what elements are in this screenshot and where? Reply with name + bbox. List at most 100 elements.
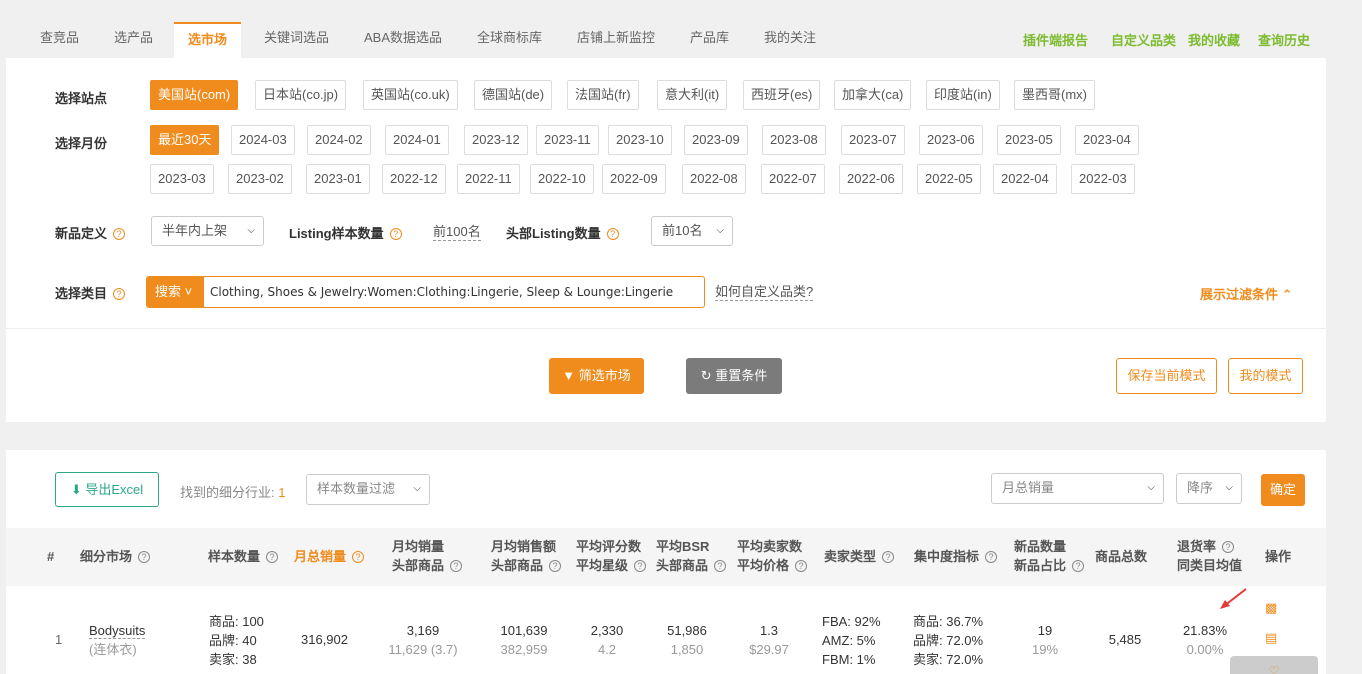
site-uk[interactable]: 英国站(co.uk)	[363, 80, 458, 110]
search-type-button[interactable]: 搜索 ˅	[147, 277, 204, 307]
month-chip[interactable]: 2023-05	[997, 125, 1061, 155]
newdef-select[interactable]: 半年内上架 ⌵	[151, 216, 264, 246]
th-rating[interactable]: 平均评分数 平均星级?	[576, 537, 647, 575]
th-sellers[interactable]: 平均卖家数 平均价格?	[737, 537, 808, 575]
sort-order-select[interactable]: 降序 ⌵	[1176, 473, 1242, 504]
month-chip[interactable]: 2023-04	[1075, 125, 1139, 155]
month-chip[interactable]: 2023-12	[464, 125, 528, 155]
row-seller-type: FBA: 92% AMZ: 5% FBM: 1%	[822, 614, 881, 667]
favorite-float-button[interactable]: ♡	[1230, 656, 1318, 674]
sort-field-select[interactable]: 月总销量 ⌵	[991, 473, 1164, 504]
site-us[interactable]: 美国站(com)	[150, 80, 239, 110]
chart-icon[interactable]: ▩	[1265, 600, 1277, 616]
help-icon: ?	[606, 228, 619, 240]
site-es[interactable]: 西班牙(es)	[743, 80, 821, 110]
chevron-up-icon: ⌃	[1281, 287, 1293, 302]
month-chip[interactable]: 最近30天	[150, 125, 220, 155]
month-chip[interactable]: 2022-08	[682, 164, 746, 194]
my-mode-button[interactable]: 我的模式	[1228, 358, 1303, 394]
th-concentration[interactable]: 集中度指标?	[914, 547, 998, 566]
th-total-sales[interactable]: 月总销量?	[294, 547, 365, 566]
month-chip[interactable]: 2022-05	[917, 164, 981, 194]
row-sellers: 1.3 $29.97	[749, 623, 789, 657]
month-chip[interactable]: 2023-03	[150, 164, 214, 194]
chevron-down-icon: ⌵	[1147, 482, 1155, 493]
favorites-link[interactable]: 我的收藏	[1188, 30, 1240, 49]
month-chip[interactable]: 2024-01	[385, 125, 449, 155]
document-icon[interactable]: ▤	[1265, 630, 1277, 646]
month-chip[interactable]: 2022-12	[382, 164, 446, 194]
category-label: 选择类目?	[55, 283, 126, 302]
plugin-report-link[interactable]: 插件端报告	[1023, 30, 1088, 49]
th-seller-type[interactable]: 卖家类型?	[824, 547, 895, 566]
th-return-rate[interactable]: 退货率? 同类目均值	[1177, 537, 1242, 575]
site-ca[interactable]: 加拿大(ca)	[834, 80, 912, 110]
site-it[interactable]: 意大利(it)	[657, 80, 728, 110]
month-chip[interactable]: 2022-04	[993, 164, 1057, 194]
month-chip[interactable]: 2023-02	[228, 164, 292, 194]
month-chip[interactable]: 2023-09	[684, 125, 748, 155]
confirm-button[interactable]: 确定	[1261, 474, 1305, 506]
top-tab-bar: 查竞品 选产品 选市场 关键词选品 ABA数据选品 全球商标库 店铺上新监控 产…	[0, 0, 1326, 58]
month-chip[interactable]: 2022-06	[839, 164, 903, 194]
filter-panel: 选择站点 美国站(com) 日本站(co.jp) 英国站(co.uk) 德国站(…	[6, 58, 1326, 422]
th-sample[interactable]: 样本数量?	[208, 547, 279, 566]
month-chip[interactable]: 2023-08	[762, 125, 826, 155]
tab-aba[interactable]: ABA数据选品	[350, 22, 456, 58]
tab-store-monitor[interactable]: 店铺上新监控	[563, 22, 669, 58]
filter-icon: ▼	[562, 368, 576, 383]
site-de[interactable]: 德国站(de)	[474, 80, 553, 110]
tab-keyword[interactable]: 关键词选品	[250, 22, 343, 58]
month-chip[interactable]: 2023-07	[841, 125, 905, 155]
tab-product[interactable]: 选产品	[100, 22, 167, 58]
custom-category-help-link[interactable]: 如何自定义品类?	[715, 284, 814, 301]
tab-trademark[interactable]: 全球商标库	[463, 22, 556, 58]
divider	[6, 328, 1326, 329]
filter-market-button[interactable]: ▼ 筛选市场	[549, 358, 644, 394]
site-mx[interactable]: 墨西哥(mx)	[1014, 80, 1095, 110]
th-avg-revenue[interactable]: 月均销售额 头部商品?	[491, 537, 562, 575]
month-chip[interactable]: 2022-10	[530, 164, 594, 194]
listing-sample-link[interactable]: 前100名	[433, 224, 481, 241]
history-link[interactable]: 查询历史	[1258, 30, 1310, 49]
chevron-down-icon: ⌵	[247, 225, 255, 236]
month-chip[interactable]: 2022-07	[761, 164, 825, 194]
save-mode-button[interactable]: 保存当前模式	[1116, 358, 1217, 394]
custom-category-link[interactable]: 自定义品类	[1111, 30, 1176, 49]
month-chip[interactable]: 2023-11	[536, 125, 599, 155]
th-avg-sales[interactable]: 月均销量 头部商品?	[392, 537, 463, 575]
site-label: 选择站点	[55, 91, 108, 106]
month-chip[interactable]: 2023-01	[306, 164, 370, 194]
tab-market[interactable]: 选市场	[174, 22, 242, 58]
site-fr[interactable]: 法国站(fr)	[567, 80, 639, 110]
month-chip[interactable]: 2022-03	[1071, 164, 1135, 194]
expand-filters-toggle[interactable]: 展示过滤条件 ⌃	[1200, 284, 1293, 303]
tab-following[interactable]: 我的关注	[750, 22, 830, 58]
chevron-down-icon: ⌵	[413, 483, 421, 494]
row-concentration: 商品: 36.7% 品牌: 72.0% 卖家: 72.0%	[913, 614, 984, 667]
month-label: 选择月份	[55, 136, 108, 151]
tab-library[interactable]: 产品库	[676, 22, 743, 58]
th-new-products[interactable]: 新品数量 新品占比?	[1014, 537, 1085, 575]
category-search: 搜索 ˅ Clothing, Shoes & Jewelry:Women:Clo…	[146, 276, 705, 308]
th-market[interactable]: 细分市场?	[80, 547, 151, 566]
month-chip[interactable]: 2022-09	[602, 164, 666, 194]
month-chip[interactable]: 2023-10	[608, 125, 672, 155]
th-ops: 操作	[1265, 549, 1292, 564]
month-chip[interactable]: 2024-02	[307, 125, 371, 155]
th-bsr[interactable]: 平均BSR 头部商品?	[656, 537, 727, 575]
export-excel-button[interactable]: ⬇ 导出Excel	[55, 472, 159, 507]
sample-filter-select[interactable]: 样本数量过滤 ⌵	[306, 474, 430, 505]
month-chip[interactable]: 2024-03	[231, 125, 295, 155]
row-market[interactable]: Bodysuits (连体衣)	[89, 621, 146, 659]
month-chip[interactable]: 2022-11	[457, 164, 520, 194]
tab-competitor[interactable]: 查竞品	[26, 22, 93, 58]
th-total-products[interactable]: 商品总数	[1095, 547, 1147, 566]
site-jp[interactable]: 日本站(co.jp)	[255, 80, 347, 110]
head-select[interactable]: 前10名 ⌵	[651, 216, 733, 246]
reset-button[interactable]: ↻ 重置条件	[686, 358, 782, 394]
category-input[interactable]: Clothing, Shoes & Jewelry:Women:Clothing…	[210, 277, 700, 307]
listing-label: Listing样本数量?	[289, 223, 402, 242]
site-in[interactable]: 印度站(in)	[926, 80, 1000, 110]
month-chip[interactable]: 2023-06	[919, 125, 983, 155]
